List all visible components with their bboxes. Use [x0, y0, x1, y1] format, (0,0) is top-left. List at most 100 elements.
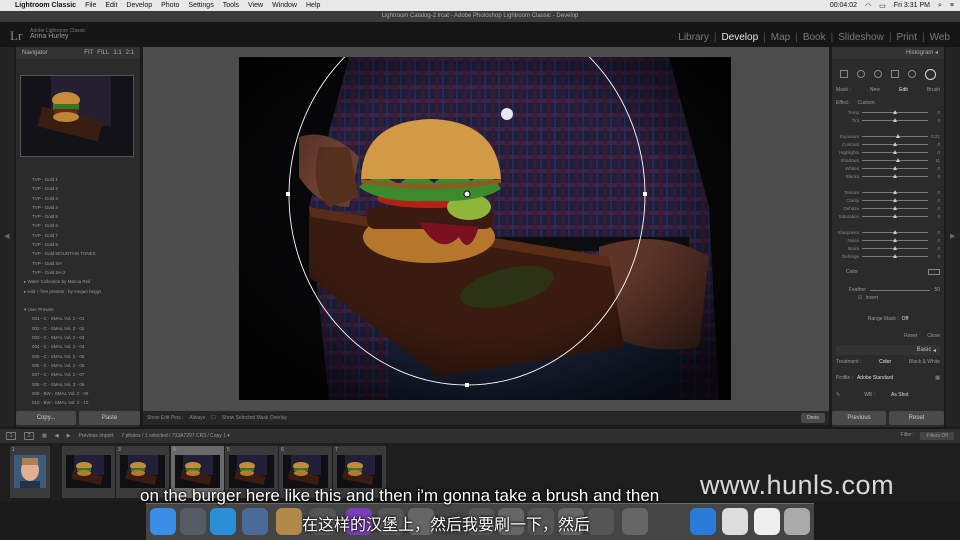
- back-arrow-icon[interactable]: ◀: [55, 433, 59, 439]
- preset-item[interactable]: TVP - Gold 4: [22, 203, 136, 212]
- grid-icon[interactable]: ▦: [42, 433, 47, 439]
- preset-group[interactable]: ▸ Water Collection by Marcia Reif: [22, 277, 136, 286]
- slider-track[interactable]: [862, 166, 928, 170]
- reset-button[interactable]: Reset: [889, 411, 944, 425]
- mask-reset-button[interactable]: Reset: [904, 333, 917, 339]
- preset-item[interactable]: TVP - Gold 1: [22, 175, 136, 184]
- preset-item[interactable]: 009 - BW - SMAL Vol. 2 - 09: [22, 389, 136, 398]
- basic-header[interactable]: Basic ◂: [836, 345, 940, 355]
- copy-button[interactable]: Copy...: [16, 411, 76, 425]
- radial-filter-icon[interactable]: [907, 70, 916, 78]
- document-icon[interactable]: [722, 508, 748, 535]
- preset-item[interactable]: 008 - C - SMAL Vol. 2 - 08: [22, 380, 136, 389]
- slider-knob[interactable]: [892, 214, 897, 218]
- slider-track[interactable]: [862, 190, 928, 194]
- invert-checkbox[interactable]: ☑: [858, 295, 862, 301]
- menu-item-edit[interactable]: Edit: [105, 2, 117, 9]
- menu-item-file[interactable]: File: [85, 2, 96, 9]
- profile-browser-icon[interactable]: ▦: [935, 375, 940, 381]
- module-print[interactable]: Print: [892, 32, 921, 43]
- preset-group[interactable]: ▸ wild + free presets - by megan beggs: [22, 287, 136, 296]
- slider-track[interactable]: [862, 246, 928, 250]
- menu-item-help[interactable]: Help: [306, 2, 320, 9]
- clock[interactable]: Fri 3:31 PM: [894, 2, 930, 9]
- slider-knob[interactable]: [892, 238, 897, 242]
- menu-item-develop[interactable]: Develop: [126, 2, 152, 9]
- overlay-checkbox[interactable]: ☐: [211, 415, 215, 421]
- preset-item[interactable]: TVP - Gold SH 2: [22, 268, 136, 277]
- navigator-header[interactable]: Navigator FIT FILL 1:1 2:1: [16, 47, 140, 59]
- trash-icon[interactable]: [784, 508, 810, 535]
- safari-icon[interactable]: [210, 508, 236, 535]
- search-icon[interactable]: ⌕: [938, 2, 942, 10]
- menu-app-name[interactable]: Lightroom Classic: [15, 2, 76, 9]
- previous-button[interactable]: Previous: [832, 411, 886, 425]
- filter-select[interactable]: Filters Off: [920, 432, 954, 440]
- slider-track[interactable]: [862, 118, 928, 122]
- zoom-option[interactable]: 1:1: [113, 47, 121, 59]
- slider-track[interactable]: [862, 174, 928, 178]
- left-edge-toggle[interactable]: ◀: [0, 47, 14, 427]
- menu-list-icon[interactable]: ≡: [950, 2, 954, 9]
- treatment-color[interactable]: Color: [879, 359, 891, 365]
- module-book[interactable]: Book: [799, 32, 830, 43]
- preset-item[interactable]: TVP - Gold 5: [22, 212, 136, 221]
- crop-tool-icon[interactable]: [840, 70, 849, 78]
- preview-icon[interactable]: [242, 508, 268, 535]
- wifi-icon[interactable]: ◠: [865, 2, 871, 10]
- module-slideshow[interactable]: Slideshow: [834, 32, 888, 43]
- preset-item[interactable]: TVP - Gold 6: [22, 221, 136, 230]
- page-2-button[interactable]: 2: [24, 432, 34, 440]
- zoom-option[interactable]: FIT: [84, 47, 93, 59]
- menu-item-tools[interactable]: Tools: [223, 2, 239, 9]
- preset-item[interactable]: TVP - Gold 2: [22, 184, 136, 193]
- slider-knob[interactable]: [892, 254, 897, 258]
- battery-icon[interactable]: ▭: [879, 2, 886, 10]
- preset-item[interactable]: TVP - Gold SH: [22, 259, 136, 268]
- effect-select[interactable]: Custom: [857, 100, 874, 106]
- slider-knob[interactable]: [892, 206, 897, 210]
- right-edge-toggle[interactable]: ▶: [946, 47, 960, 427]
- preset-item[interactable]: 004 - C - SMAL Vol. 2 - 04: [22, 342, 136, 351]
- folder-icon[interactable]: [690, 508, 716, 535]
- app-icon[interactable]: [588, 508, 614, 535]
- preset-item[interactable]: 007 - C - SMAL Vol. 2 - 07: [22, 370, 136, 379]
- show-edit-pins-select[interactable]: Always: [189, 415, 205, 421]
- preset-item[interactable]: 002 - C - SMAL Vol. 2 - 02: [22, 324, 136, 333]
- zoom-option[interactable]: FILL: [97, 47, 109, 59]
- zoom-option[interactable]: 2:1: [126, 47, 134, 59]
- profile-select[interactable]: Adobe Standard: [857, 375, 893, 381]
- feather-slider[interactable]: [870, 289, 931, 291]
- module-web[interactable]: Web: [926, 32, 954, 43]
- launchpad-icon[interactable]: [180, 508, 206, 535]
- finder-icon[interactable]: [150, 508, 176, 535]
- histogram-header[interactable]: Histogram ◂: [832, 47, 944, 59]
- slider-track[interactable]: [862, 110, 928, 114]
- forward-arrow-icon[interactable]: ▶: [67, 433, 71, 439]
- filmstrip-thumb[interactable]: [62, 446, 115, 498]
- slider-track[interactable]: [862, 206, 928, 210]
- module-develop[interactable]: Develop: [717, 32, 762, 43]
- slider-track[interactable]: [862, 142, 928, 146]
- red-eye-icon[interactable]: [874, 70, 883, 78]
- menu-item-view[interactable]: View: [248, 2, 263, 9]
- preset-item[interactable]: 003 - C - SMAL Vol. 2 - 03: [22, 333, 136, 342]
- slider-knob[interactable]: [892, 174, 897, 178]
- slider-track[interactable]: [862, 150, 928, 154]
- slider-knob[interactable]: [892, 230, 897, 234]
- slider-track[interactable]: [862, 254, 928, 258]
- done-button[interactable]: Done: [801, 413, 825, 423]
- spot-removal-icon[interactable]: [857, 70, 866, 78]
- menu-item-photo[interactable]: Photo: [161, 2, 179, 9]
- mail-icon[interactable]: [754, 508, 780, 535]
- graduated-filter-icon[interactable]: [890, 70, 899, 78]
- filmstrip-thumb[interactable]: 1: [10, 446, 50, 498]
- preset-item[interactable]: TVP - Gold 7: [22, 231, 136, 240]
- slider-track[interactable]: [862, 238, 928, 242]
- mask-handle-bottom[interactable]: [465, 383, 469, 387]
- slider-track[interactable]: [862, 134, 928, 138]
- menu-item-settings[interactable]: Settings: [188, 2, 213, 9]
- module-map[interactable]: Map: [767, 32, 794, 43]
- preset-item[interactable]: TVP - Gold 3: [22, 194, 136, 203]
- main-photo[interactable]: [239, 57, 731, 400]
